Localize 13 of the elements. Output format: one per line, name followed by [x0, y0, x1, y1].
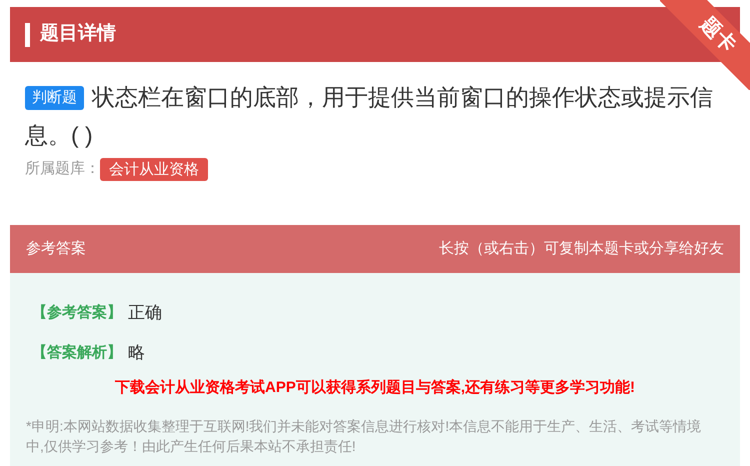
- answer-section-title: 参考答案: [26, 238, 86, 259]
- app-promo: 下载会计从业资格考试APP可以获得系列题目与答案,还有练习等更多学习功能!: [114, 378, 636, 398]
- answer-label: 【参考答案】: [32, 302, 122, 323]
- answer-label: 【答案解析】: [32, 342, 122, 363]
- bank-label: 所属题库：: [25, 159, 100, 180]
- bank-tag[interactable]: 会计从业资格: [100, 158, 208, 181]
- disclaimer: *申明:本网站数据收集整理于互联网!我们并未能对答案信息进行核对!本信息不能用于生产、生活、考试等情境中,仅供学习参考！由此产生任何后果本站不承担责任!: [26, 416, 702, 456]
- question-type-badge: 判断题: [25, 86, 84, 110]
- answer-value: 略: [128, 342, 145, 364]
- share-hint: 长按（或右击）可复制本题卡或分享给好友: [439, 238, 724, 259]
- answer-value: 正确: [128, 302, 162, 324]
- accent-bar: [25, 22, 30, 46]
- section-title: 题目详情: [40, 22, 116, 46]
